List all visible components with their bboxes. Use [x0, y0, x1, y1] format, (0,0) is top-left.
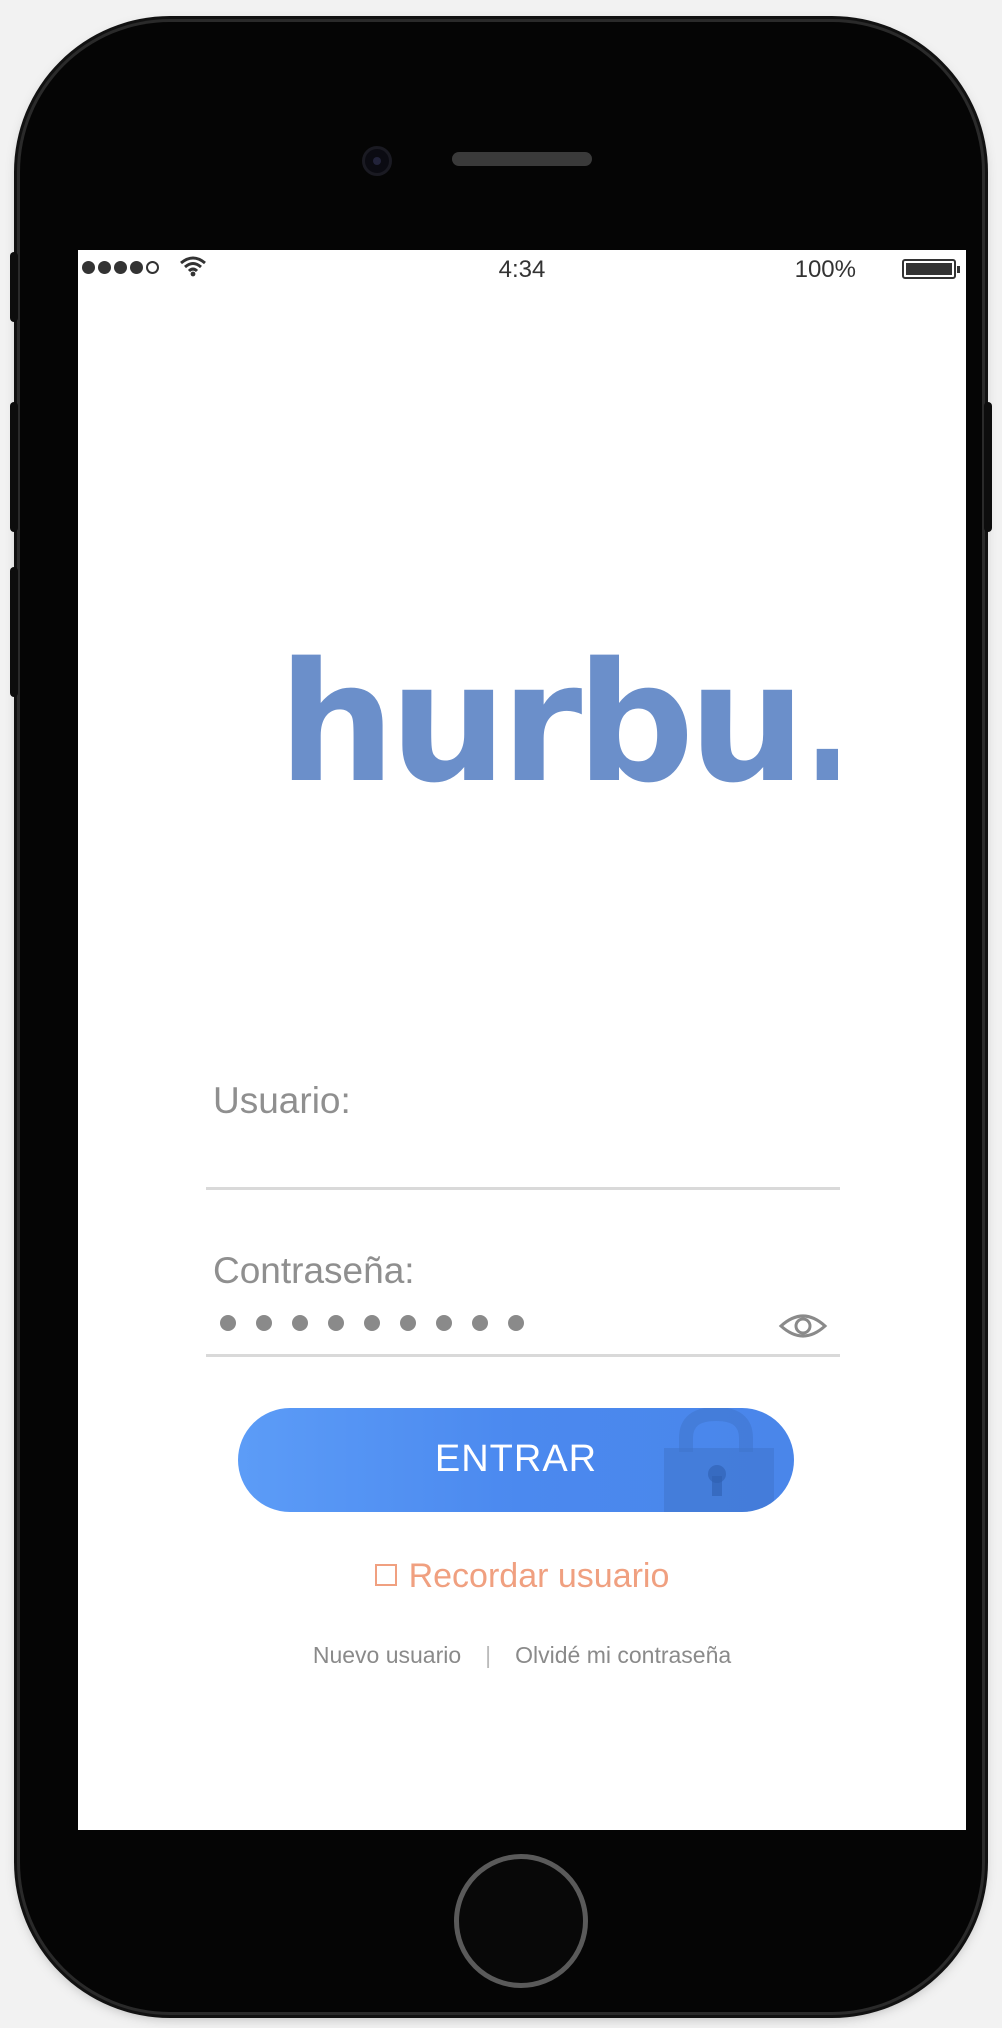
new-user-link[interactable]: Nuevo usuario [313, 1642, 461, 1668]
password-mask-dot [292, 1315, 308, 1331]
password-mask-dot [328, 1315, 344, 1331]
battery-icon [902, 259, 960, 279]
link-separator: | [485, 1642, 492, 1668]
front-camera [362, 146, 392, 176]
login-button[interactable]: ENTRAR [238, 1408, 794, 1512]
password-underline [206, 1354, 840, 1357]
password-mask-dot [436, 1315, 452, 1331]
password-mask-dot [220, 1315, 236, 1331]
hurbu-logo: hurbu. [278, 630, 838, 819]
lock-icon [664, 1408, 774, 1512]
earpiece-speaker [452, 152, 592, 166]
remember-checkbox[interactable] [374, 1564, 397, 1587]
password-mask-dot [472, 1315, 488, 1331]
password-mask-dot [400, 1315, 416, 1331]
home-button[interactable] [454, 1854, 588, 1988]
forgot-password-link[interactable]: Olvidé mi contraseña [515, 1642, 731, 1668]
eye-icon[interactable] [778, 1310, 828, 1342]
auth-links: Nuevo usuario | Olvidé mi contraseña [78, 1642, 966, 1669]
username-underline [206, 1187, 840, 1190]
password-input[interactable] [220, 1315, 524, 1331]
screen: 4:34 100% hurbu. Usuario: Contraseña: EN… [78, 250, 966, 1830]
remember-user-option[interactable]: Recordar usuario [78, 1557, 966, 1596]
power-button [984, 402, 992, 532]
volume-up-button [10, 402, 18, 532]
svg-text:hurbu.: hurbu. [278, 630, 838, 819]
mute-switch [10, 252, 18, 322]
phone-frame: 4:34 100% hurbu. Usuario: Contraseña: EN… [10, 22, 992, 2012]
password-mask-dot [256, 1315, 272, 1331]
password-mask-dot [364, 1315, 380, 1331]
status-bar: 4:34 100% [78, 250, 966, 290]
password-mask-dot [508, 1315, 524, 1331]
username-input[interactable] [213, 1100, 773, 1144]
remember-label[interactable]: Recordar usuario [409, 1557, 670, 1595]
battery-percentage: 100% [794, 256, 856, 283]
password-label: Contraseña: [213, 1250, 415, 1291]
volume-down-button [10, 567, 18, 697]
